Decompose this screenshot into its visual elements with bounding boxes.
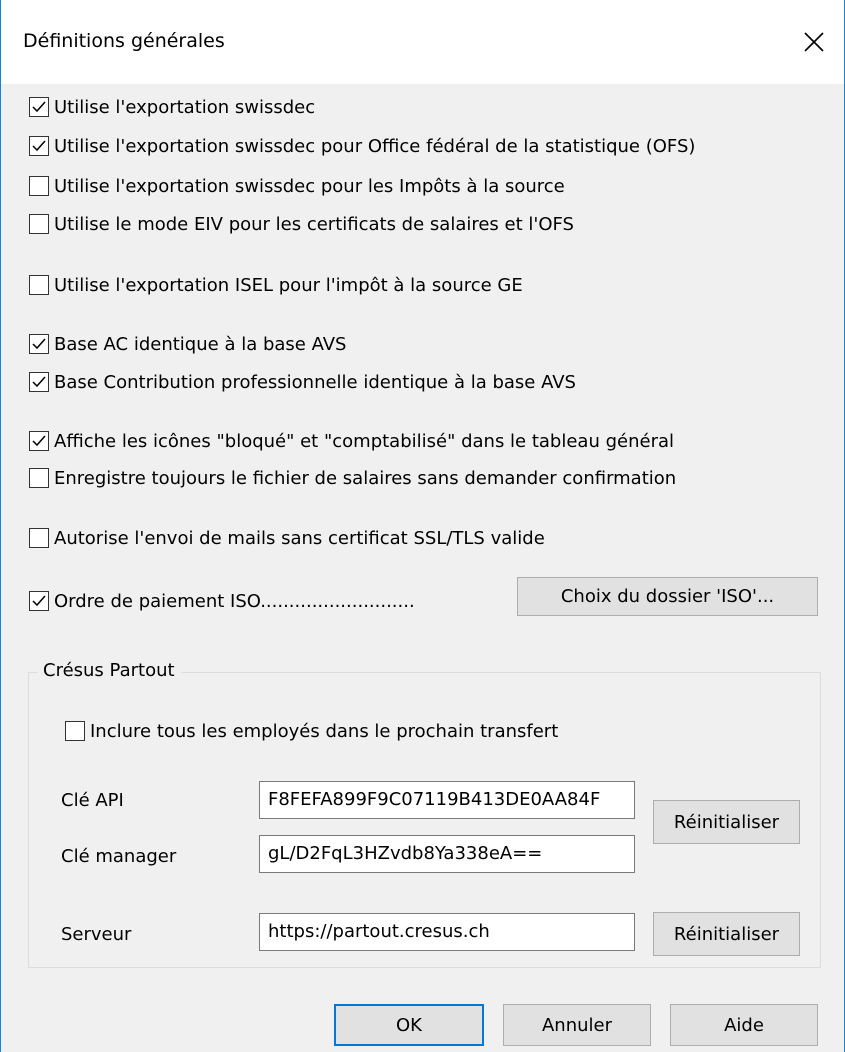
option-label: Utilise l'exportation ISEL pour l'impôt … xyxy=(54,274,523,296)
api-key-label: Clé API xyxy=(61,790,124,811)
iso-folder-button[interactable]: Choix du dossier 'ISO'... xyxy=(517,577,818,616)
checkmark-icon xyxy=(32,101,46,113)
checkbox[interactable] xyxy=(29,97,49,117)
option-iso-payment[interactable]: Ordre de paiement ISO...................… xyxy=(29,590,415,612)
checkbox[interactable] xyxy=(29,334,49,354)
reset-server-button[interactable]: Réinitialiser xyxy=(653,912,800,956)
checkmark-icon xyxy=(32,595,46,607)
option-label: Ordre de paiement ISO...................… xyxy=(54,590,415,612)
option-label: Affiche les icônes "bloqué" et "comptabi… xyxy=(54,430,675,452)
checkbox[interactable] xyxy=(29,176,49,196)
api-key-field[interactable]: F8FEFA899F9C07119B413DE0AA84F xyxy=(259,781,635,819)
checkbox[interactable] xyxy=(29,372,49,392)
option-save-without-confirm[interactable]: Enregistre toujours le fichier de salair… xyxy=(29,467,676,489)
checkmark-icon xyxy=(32,338,46,350)
group-title: Crésus Partout xyxy=(37,660,181,681)
option-show-icons[interactable]: Affiche les icônes "bloqué" et "comptabi… xyxy=(29,430,674,452)
option-swissdec-export[interactable]: Utilise l'exportation swissdec xyxy=(29,96,315,118)
reset-keys-button[interactable]: Réinitialiser xyxy=(653,800,800,844)
option-eiv-mode[interactable]: Utilise le mode EIV pour les certificats… xyxy=(29,213,574,235)
server-field[interactable]: https://partout.cresus.ch xyxy=(259,913,635,951)
option-mail-no-ssl[interactable]: Autorise l'envoi de mails sans certifica… xyxy=(29,527,545,549)
dialog-title: Définitions générales xyxy=(23,30,225,52)
server-label: Serveur xyxy=(61,924,132,945)
title-bar: Définitions générales xyxy=(1,0,844,84)
option-label: Utilise l'exportation swissdec pour les … xyxy=(54,175,565,197)
option-base-contribution[interactable]: Base Contribution professionnelle identi… xyxy=(29,371,576,393)
manager-key-field[interactable]: gL/D2FqL3HZvdb8Ya338eA== xyxy=(259,835,635,873)
checkbox[interactable] xyxy=(29,431,49,451)
manager-key-label: Clé manager xyxy=(61,846,177,867)
option-label: Utilise l'exportation swissdec xyxy=(54,96,316,118)
dialog-window: Définitions générales Utilise l'exportat… xyxy=(0,0,845,1052)
checkmark-icon xyxy=(32,140,46,152)
checkbox[interactable] xyxy=(29,468,49,488)
close-icon xyxy=(804,32,824,52)
help-button[interactable]: Aide xyxy=(670,1004,818,1046)
option-swissdec-ofs[interactable]: Utilise l'exportation swissdec pour Offi… xyxy=(29,135,695,157)
checkbox[interactable] xyxy=(29,528,49,548)
option-label: Autorise l'envoi de mails sans certifica… xyxy=(54,527,545,549)
option-label: Enregistre toujours le fichier de salair… xyxy=(54,467,677,489)
checkbox[interactable] xyxy=(65,721,85,741)
option-label: Utilise le mode EIV pour les certificats… xyxy=(54,213,574,235)
checkmark-icon xyxy=(32,435,46,447)
close-button[interactable] xyxy=(784,14,844,70)
checkbox[interactable] xyxy=(29,591,49,611)
checkbox[interactable] xyxy=(29,136,49,156)
checkbox[interactable] xyxy=(29,275,49,295)
option-label: Base Contribution professionnelle identi… xyxy=(54,371,576,393)
option-label: Base AC identique à la base AVS xyxy=(54,333,347,355)
option-label: Utilise l'exportation swissdec pour Offi… xyxy=(54,135,696,157)
checkmark-icon xyxy=(32,376,46,388)
option-include-all-employees[interactable]: Inclure tous les employés dans le procha… xyxy=(65,720,558,742)
option-isel-export[interactable]: Utilise l'exportation ISEL pour l'impôt … xyxy=(29,274,523,296)
checkbox[interactable] xyxy=(29,214,49,234)
option-swissdec-impots-source[interactable]: Utilise l'exportation swissdec pour les … xyxy=(29,175,565,197)
option-label: Inclure tous les employés dans le procha… xyxy=(90,720,559,742)
option-base-ac[interactable]: Base AC identique à la base AVS xyxy=(29,333,346,355)
cancel-button[interactable]: Annuler xyxy=(503,1004,651,1046)
ok-button[interactable]: OK xyxy=(334,1004,484,1046)
